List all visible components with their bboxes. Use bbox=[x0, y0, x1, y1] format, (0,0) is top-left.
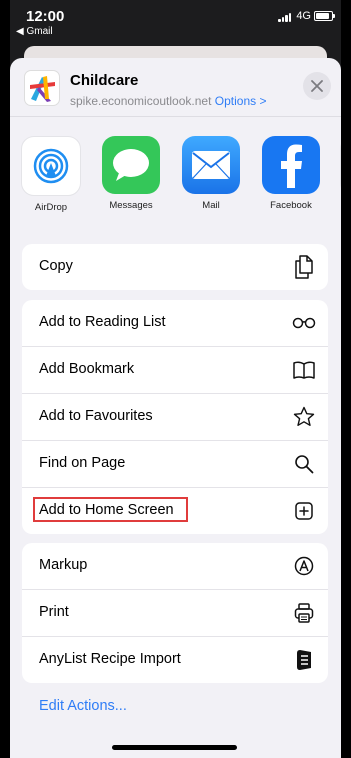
edit-actions-link[interactable]: Edit Actions... bbox=[39, 698, 127, 714]
back-to-app-link[interactable]: ◀ Gmail bbox=[16, 26, 53, 37]
action-group-copy: Copy bbox=[22, 244, 328, 290]
share-app-partial[interactable]: M bbox=[340, 136, 341, 213]
add-square-icon bbox=[292, 499, 316, 523]
share-app-airdrop[interactable]: AirDrop bbox=[20, 136, 82, 213]
facebook-icon bbox=[262, 136, 320, 194]
close-button[interactable] bbox=[303, 72, 331, 100]
printer-icon bbox=[292, 601, 316, 625]
action-group-other: Markup Print AnyList Recipe Import bbox=[22, 543, 328, 683]
airdrop-icon bbox=[21, 136, 81, 196]
action-label: Add to Reading List bbox=[39, 314, 166, 330]
action-find-on-page[interactable]: Find on Page bbox=[22, 441, 328, 488]
page-url: spike.economicoutlook.net Options > bbox=[70, 94, 266, 108]
page-title: Childcare bbox=[70, 72, 139, 89]
action-label: AnyList Recipe Import bbox=[39, 651, 181, 667]
screen: 12:00 ◀ Gmail 4G Childcare spike.economi… bbox=[10, 0, 341, 758]
book-icon bbox=[292, 358, 316, 382]
action-label: Add Bookmark bbox=[39, 361, 135, 377]
action-group-page: Add to Reading List Add Bookmark Add to … bbox=[22, 300, 328, 534]
action-label: Copy bbox=[39, 258, 73, 274]
action-label: Print bbox=[39, 604, 69, 620]
mail-icon bbox=[182, 136, 240, 194]
share-apps-row: AirDrop Messages Mail Facebook bbox=[10, 136, 341, 228]
phone-frame: 12:00 ◀ Gmail 4G Childcare spike.economi… bbox=[0, 0, 351, 758]
action-print[interactable]: Print bbox=[22, 590, 328, 637]
action-copy[interactable]: Copy bbox=[22, 244, 328, 290]
app-label: Facebook bbox=[270, 200, 312, 211]
action-label: Find on Page bbox=[39, 455, 126, 471]
partial-app-icon bbox=[340, 136, 341, 196]
messages-icon bbox=[102, 136, 160, 194]
share-app-mail[interactable]: Mail bbox=[180, 136, 242, 211]
action-label: Add to Favourites bbox=[39, 408, 153, 424]
action-add-bookmark[interactable]: Add Bookmark bbox=[22, 347, 328, 394]
anylist-icon bbox=[292, 648, 316, 672]
share-sheet: Childcare spike.economicoutlook.net Opti… bbox=[10, 58, 341, 758]
action-anylist-import[interactable]: AnyList Recipe Import bbox=[22, 637, 328, 683]
share-app-facebook[interactable]: Facebook bbox=[260, 136, 322, 211]
home-indicator bbox=[112, 745, 237, 750]
page-url-text: spike.economicoutlook.net bbox=[70, 94, 212, 108]
close-icon bbox=[311, 80, 323, 92]
battery-icon bbox=[314, 11, 335, 21]
app-label: M bbox=[340, 202, 341, 213]
share-app-messages[interactable]: Messages bbox=[100, 136, 162, 211]
action-label: Add to Home Screen bbox=[39, 502, 174, 518]
status-time: 12:00 bbox=[26, 8, 65, 25]
app-label: Messages bbox=[109, 200, 153, 211]
action-markup[interactable]: Markup bbox=[22, 543, 328, 590]
action-label: Markup bbox=[39, 557, 88, 573]
network-type: 4G bbox=[296, 10, 311, 22]
options-link[interactable]: Options > bbox=[215, 94, 267, 108]
action-add-favourites[interactable]: Add to Favourites bbox=[22, 394, 328, 441]
action-add-reading-list[interactable]: Add to Reading List bbox=[22, 300, 328, 347]
share-header: Childcare spike.economicoutlook.net Opti… bbox=[10, 58, 341, 117]
site-icon bbox=[24, 70, 60, 106]
star-icon bbox=[292, 405, 316, 429]
search-icon bbox=[292, 452, 316, 476]
copy-icon bbox=[292, 255, 316, 279]
app-label: Mail bbox=[202, 200, 220, 211]
markup-icon bbox=[292, 554, 316, 578]
signal-icon bbox=[278, 12, 291, 22]
glasses-icon bbox=[292, 311, 316, 335]
app-label: AirDrop bbox=[34, 202, 68, 213]
status-bar: 12:00 ◀ Gmail 4G bbox=[10, 0, 341, 46]
action-add-home-screen[interactable]: Add to Home Screen bbox=[22, 488, 328, 534]
